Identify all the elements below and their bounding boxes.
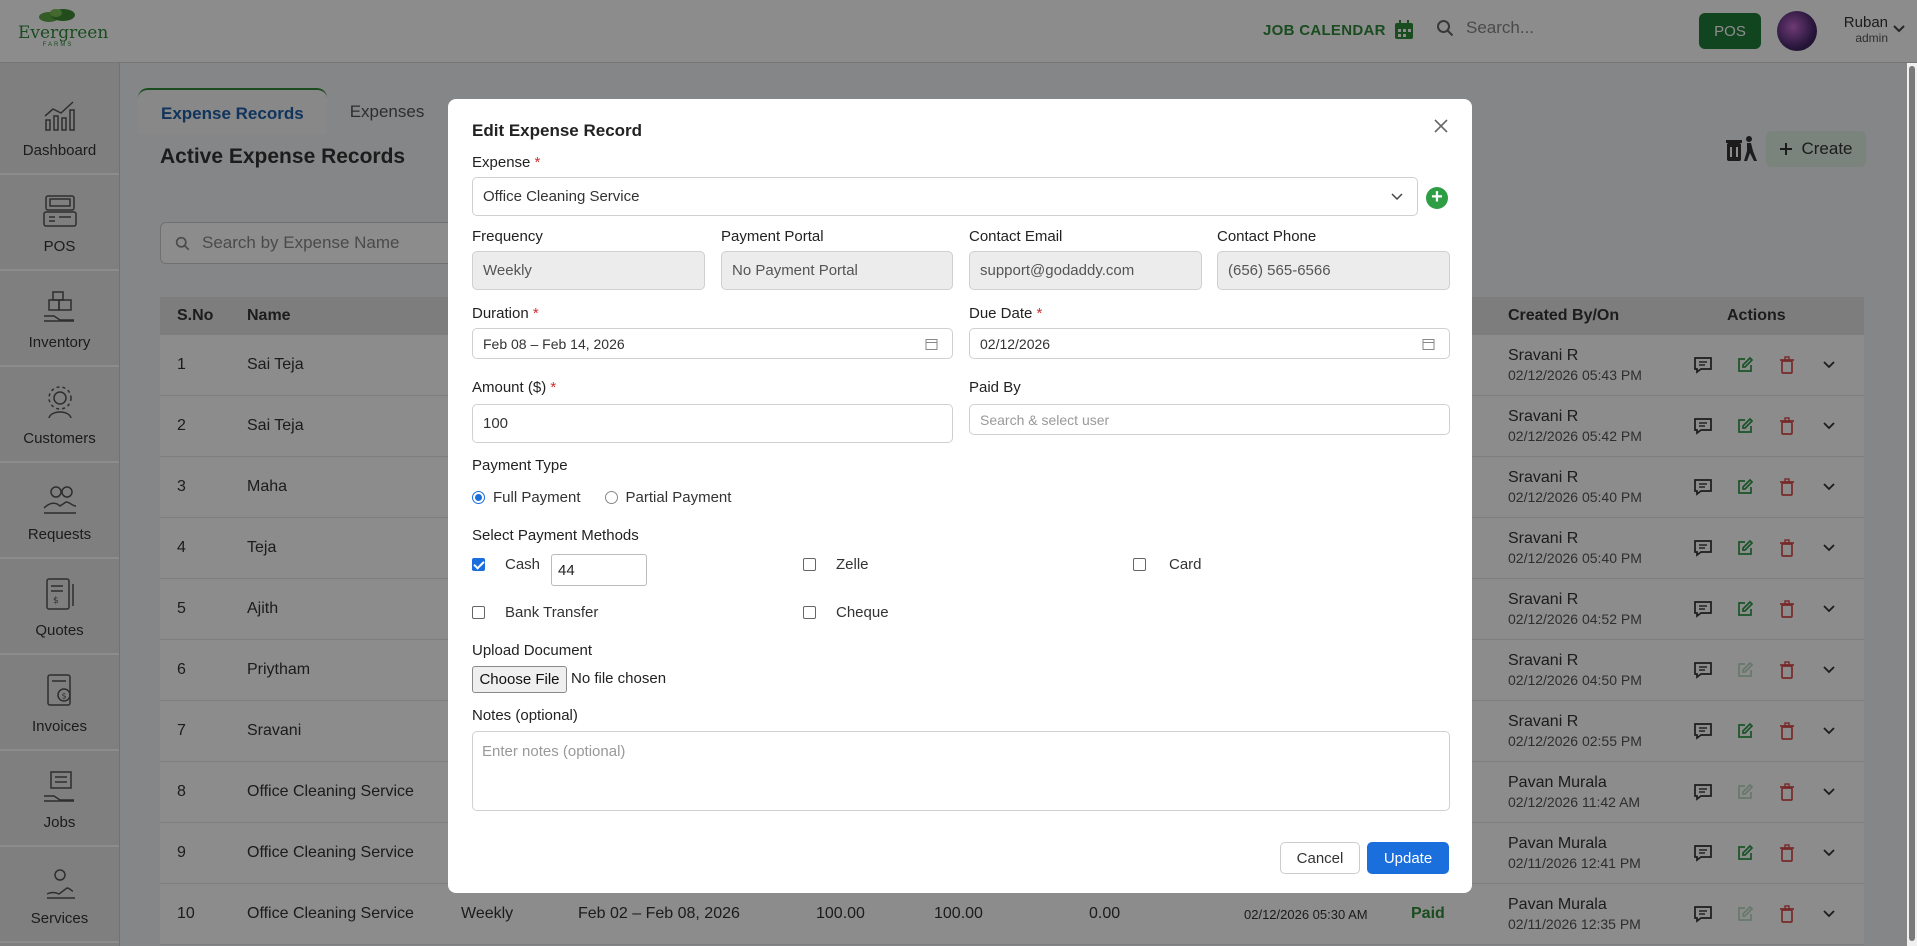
contact-email-field: support@godaddy.com [969,251,1202,290]
duration-field[interactable]: Feb 08 – Feb 14, 2026 [472,328,953,359]
bank-transfer-checkbox[interactable] [472,606,485,619]
cancel-button[interactable]: Cancel [1280,842,1360,874]
full-payment-label: Full Payment [493,489,581,506]
partial-payment-radio[interactable] [604,491,618,504]
edit-expense-modal: Edit Expense Record Expense * Office Cle… [448,99,1472,893]
expense-label: Expense * [472,154,541,171]
amount-field[interactable]: 100 [472,404,953,443]
cash-checkbox[interactable] [472,558,485,571]
cash-amount-input[interactable]: 44 [551,554,647,586]
bank-transfer-label: Bank Transfer [505,604,599,621]
chevron-down-icon [1391,192,1403,200]
payment-portal-label: Payment Portal [721,228,824,245]
paid-by-label: Paid By [969,379,1021,396]
zelle-label: Zelle [836,556,869,573]
calendar-icon [925,338,938,350]
zelle-checkbox[interactable] [803,558,816,571]
notes-label: Notes (optional) [472,707,578,724]
cheque-checkbox[interactable] [803,606,816,619]
add-expense-button[interactable]: + [1426,187,1448,209]
card-checkbox[interactable] [1133,558,1146,571]
scrollbar-thumb[interactable] [1909,66,1915,941]
expense-select-value: Office Cleaning Service [483,188,640,205]
cash-label: Cash [505,556,541,573]
payment-type-group: Full Payment Partial Payment [472,489,731,506]
payment-methods-label: Select Payment Methods [472,527,639,544]
due-date-field[interactable]: 02/12/2026 [969,328,1450,359]
contact-email-label: Contact Email [969,228,1063,245]
frequency-label: Frequency [472,228,543,245]
partial-payment-label: Partial Payment [625,489,732,506]
notes-textarea[interactable]: Enter notes (optional) [472,731,1450,811]
expense-select[interactable]: Office Cleaning Service [472,177,1418,216]
full-payment-radio[interactable] [472,491,485,504]
due-date-value: 02/12/2026 [980,335,1051,352]
duration-label: Duration * [472,305,539,322]
contact-phone-label: Contact Phone [1217,228,1317,245]
calendar-icon [1422,338,1435,350]
paid-by-input[interactable]: Search & select user [969,404,1450,435]
payment-type-label: Payment Type [472,457,568,474]
file-status: No file chosen [571,670,667,687]
frequency-field: Weekly [472,251,705,290]
update-button[interactable]: Update [1367,842,1449,874]
card-label: Card [1169,556,1202,573]
payment-portal-field: No Payment Portal [721,251,953,290]
duration-value: Feb 08 – Feb 14, 2026 [483,335,625,352]
upload-label: Upload Document [472,642,593,659]
modal-title: Edit Expense Record [472,121,643,140]
close-icon[interactable] [1433,118,1449,134]
choose-file-button[interactable]: Choose File [472,666,567,693]
due-date-label: Due Date * [969,305,1043,322]
amount-label: Amount ($) * [472,379,557,396]
contact-phone-field: (656) 565-6566 [1217,251,1450,290]
cheque-label: Cheque [836,604,889,621]
